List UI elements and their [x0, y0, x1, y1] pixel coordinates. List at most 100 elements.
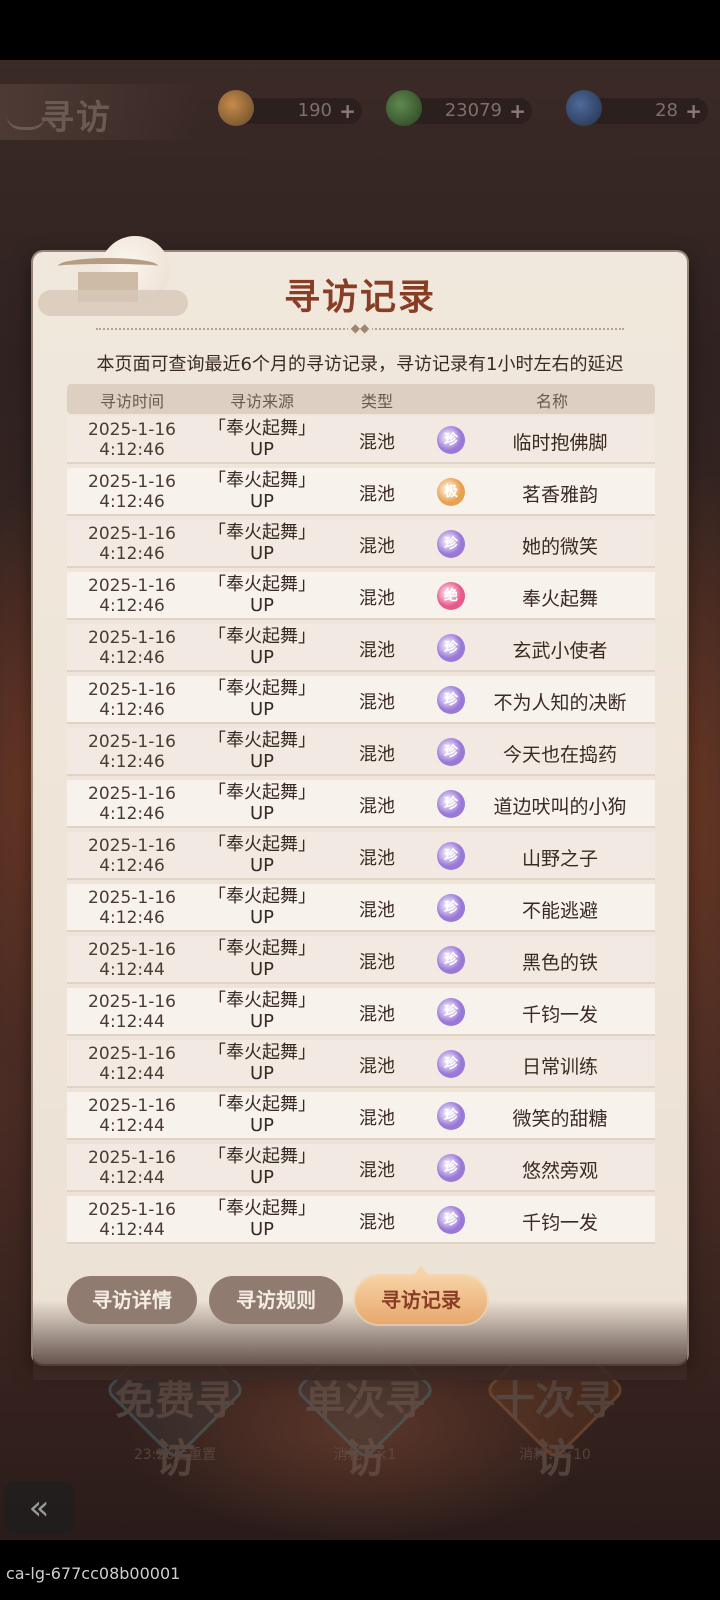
record-name: 山野之子: [521, 848, 598, 870]
resource-jade-coin[interactable]: 23079 +: [386, 90, 532, 126]
record-time: 2025-1-16 4:12:46: [88, 628, 176, 668]
record-source: 「奉火起舞」 UP: [208, 1198, 316, 1240]
record-type: 混池: [359, 1108, 395, 1129]
record-source: 「奉火起舞」 UP: [208, 678, 316, 720]
record-type: 混池: [359, 536, 395, 557]
rarity-badge-icon: 珍: [437, 426, 465, 454]
record-time: 2025-1-16 4:12:44: [88, 992, 176, 1032]
table-row: 2025-1-16 4:12:44 「奉火起舞」 UP 混池 珍 千钧一发: [67, 988, 655, 1036]
rarity-badge-icon: 珍: [437, 686, 465, 714]
divider-ornament-icon: ◆◆: [348, 320, 372, 336]
table-row: 2025-1-16 4:12:46 「奉火起舞」 UP 混池 珍 今天也在捣药: [67, 728, 655, 776]
record-time: 2025-1-16 4:12:44: [88, 1096, 176, 1136]
record-type: 混池: [359, 1160, 395, 1181]
device-id-label: ca-lg-677cc08b00001: [6, 1564, 181, 1583]
peach-coin-icon: [218, 90, 254, 126]
top-bar: 寻访 190 + 23079 + 28 +: [0, 84, 720, 140]
record-type: 混池: [359, 1004, 395, 1025]
record-source: 「奉火起舞」 UP: [208, 626, 316, 668]
record-source: 「奉火起舞」 UP: [208, 834, 316, 876]
resource-peach-coin[interactable]: 190 +: [218, 90, 362, 126]
record-name: 千钧一发: [521, 1004, 598, 1026]
record-type: 混池: [359, 484, 395, 505]
back-arrow-icon: «: [4, 1482, 74, 1534]
record-time: 2025-1-16 4:12:44: [88, 1200, 176, 1240]
table-row: 2025-1-16 4:12:46 「奉火起舞」 UP 混池 珍 不能逃避: [67, 884, 655, 932]
record-time: 2025-1-16 4:12:46: [88, 888, 176, 928]
rarity-badge-icon: 珍: [437, 530, 465, 558]
record-list[interactable]: 2025-1-16 4:12:46 「奉火起舞」 UP 混池珍临时抱佛脚 2025-1-1…: [67, 416, 655, 1248]
record-time: 2025-1-16 4:12:46: [88, 836, 176, 876]
record-name: 不能逃避: [521, 900, 598, 922]
add-resource-button[interactable]: +: [509, 98, 526, 124]
column-name: 名称: [535, 392, 568, 411]
record-name: 她的微笑: [521, 536, 598, 558]
record-source: 「奉火起舞」 UP: [208, 730, 316, 772]
tab-summon-records[interactable]: 寻访记录: [355, 1266, 487, 1324]
table-row: 2025-1-16 4:12:44 「奉火起舞」 UP 混池 珍 微笑的甜糖: [67, 1092, 655, 1140]
record-name: 千钧一发: [521, 1212, 598, 1234]
resource-value: 23079: [444, 100, 502, 121]
record-time: 2025-1-16 4:12:46: [88, 732, 176, 772]
rarity-badge-icon: 珍: [437, 1154, 465, 1182]
table-row: 2025-1-16 4:12:46 「奉火起舞」 UP 混池 极 茗香雅韵: [67, 468, 655, 516]
record-time: 2025-1-16 4:12:46: [88, 420, 176, 460]
rarity-badge-icon: 珍: [437, 894, 465, 922]
record-source: 「奉火起舞」 UP: [208, 1094, 316, 1136]
record-name: 今天也在捣药: [502, 744, 617, 766]
rarity-badge-icon: 珍: [437, 790, 465, 818]
rarity-badge-icon: 绝: [437, 582, 465, 610]
record-notice: 本页面可查询最近6个月的寻访记录，寻访记录有1小时左右的延迟: [96, 354, 624, 375]
record-type: 混池: [359, 744, 395, 765]
record-type: 混池: [359, 432, 395, 453]
record-time: 2025-1-16 4:12:46: [88, 680, 176, 720]
modal-title: 寻访记录: [283, 277, 436, 318]
rarity-badge-icon: 珍: [437, 1206, 465, 1234]
record-type: 混池: [359, 952, 395, 973]
table-row: 2025-1-16 4:12:46 「奉火起舞」 UP 混池 珍 道边吠叫的小狗: [67, 780, 655, 828]
record-type: 混池: [359, 900, 395, 921]
record-time: 2025-1-16 4:12:46: [88, 472, 176, 512]
column-type: 类型: [360, 392, 393, 411]
record-source: 「奉火起舞」 UP: [208, 938, 316, 980]
tab-summon-details[interactable]: 寻访详情: [67, 1276, 197, 1324]
table-row: 2025-1-16 4:12:44 「奉火起舞」 UP 混池 珍 悠然旁观: [67, 1144, 655, 1192]
record-source: 「奉火起舞」 UP: [208, 418, 316, 460]
record-source: 「奉火起舞」 UP: [208, 886, 316, 928]
rarity-badge-icon: 珍: [437, 738, 465, 766]
rarity-badge-icon: 极: [437, 478, 465, 506]
rarity-badge-icon: 珍: [437, 1102, 465, 1130]
record-time: 2025-1-16 4:12:44: [88, 1148, 176, 1188]
record-name: 茗香雅韵: [521, 484, 598, 506]
resource-value: 28: [655, 100, 678, 121]
rarity-badge-icon: 珍: [437, 946, 465, 974]
record-name: 道边吠叫的小狗: [493, 796, 627, 818]
record-name: 微笑的甜糖: [512, 1108, 608, 1130]
tab-summon-rules[interactable]: 寻访规则: [209, 1276, 343, 1324]
table-row: 2025-1-16 4:12:44 「奉火起舞」 UP 混池 珍 千钧一发: [67, 1196, 655, 1244]
record-source: 「奉火起舞」 UP: [208, 1146, 316, 1188]
record-time: 2025-1-16 4:12:46: [88, 524, 176, 564]
table-row: 2025-1-16 4:12:46 「奉火起舞」 UP 混池 珍 临时抱佛脚: [67, 416, 655, 464]
record-name: 玄武小使者: [512, 640, 608, 662]
resource-feather-ticket[interactable]: 28 +: [566, 90, 708, 126]
table-row: 2025-1-16 4:12:46 「奉火起舞」 UP 混池 珍 不为人知的决断: [67, 676, 655, 724]
record-name: 日常训练: [521, 1056, 598, 1078]
table-row: 2025-1-16 4:12:44 「奉火起舞」 UP 混池 珍 日常训练: [67, 1040, 655, 1088]
record-source: 「奉火起舞」 UP: [208, 522, 316, 564]
add-resource-button[interactable]: +: [339, 98, 356, 124]
tab-label: 寻访记录: [381, 1288, 461, 1312]
record-source: 「奉火起舞」 UP: [208, 470, 316, 512]
record-name: 黑色的铁: [521, 952, 598, 974]
record-type: 混池: [359, 1212, 395, 1233]
record-type: 混池: [359, 640, 395, 661]
page-title: 寻访: [40, 98, 112, 138]
table-row: 2025-1-16 4:12:46 「奉火起舞」 UP 混池 珍 玄武小使者: [67, 624, 655, 672]
record-source: 「奉火起舞」 UP: [208, 1042, 316, 1084]
table-row: 2025-1-16 4:12:46 「奉火起舞」 UP 混池 绝 奉火起舞: [67, 572, 655, 620]
rarity-badge-icon: 珍: [437, 1050, 465, 1078]
add-resource-button[interactable]: +: [685, 98, 702, 124]
record-time: 2025-1-16 4:12:44: [88, 940, 176, 980]
modal-tabs: 寻访详情 寻访规则 寻访记录: [33, 1266, 687, 1326]
rarity-badge-icon: 珍: [437, 634, 465, 662]
